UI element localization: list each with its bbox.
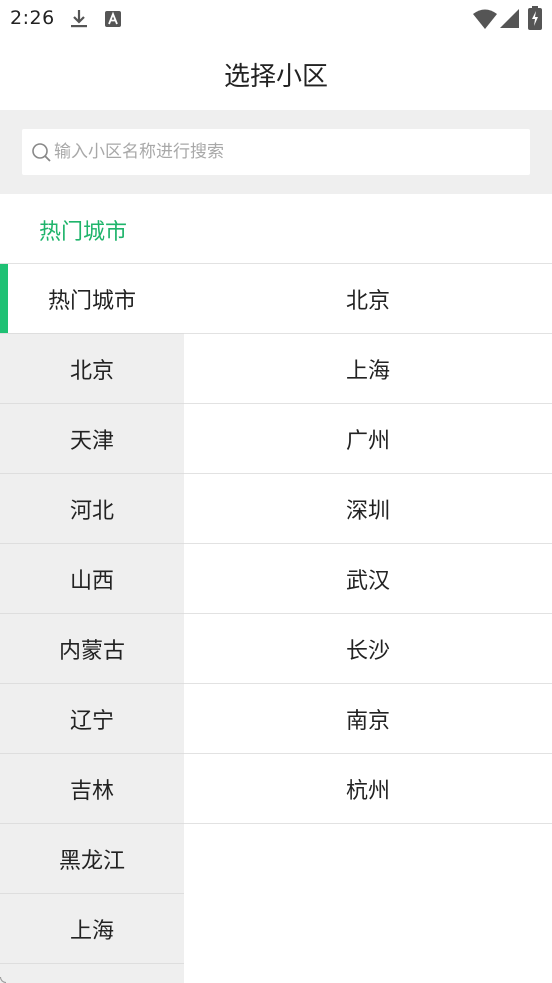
province-item-heilongjiang[interactable]: 黑龙江 [0,824,184,894]
province-item-jilin[interactable]: 吉林 [0,754,184,824]
province-item-label: 吉林 [69,778,114,804]
city-item-beijing[interactable]: 北京 [184,264,552,334]
province-item-label: 北京 [69,358,114,384]
signal-icon [499,8,521,34]
city-item-label: 武汉 [345,568,390,594]
city-item-changsha[interactable]: 长沙 [184,614,552,684]
province-item-label: 天津 [69,428,114,454]
section-header: 热门城市 [0,194,552,264]
province-item-label: 上海 [69,918,114,944]
province-item-inner-mongolia[interactable]: 内蒙古 [0,614,184,684]
city-list: 北京 上海 广州 深圳 武汉 长沙 南京 杭州 [184,264,552,983]
a-icon [104,10,122,32]
status-time: 2:26 [10,7,55,29]
province-list: 热门城市 北京 天津 河北 山西 内蒙古 辽宁 吉林 黑龙江 上海 [0,264,184,983]
search-icon [30,141,52,163]
title-bar: 选择小区 [0,38,552,110]
province-item-label: 黑龙江 [58,848,125,874]
city-item-wuhan[interactable]: 武汉 [184,544,552,614]
city-item-label: 广州 [345,428,390,454]
city-item-label: 深圳 [345,498,390,524]
city-item-label: 长沙 [345,638,390,664]
province-item-shanghai[interactable]: 上海 [0,894,184,964]
city-item-label: 杭州 [345,778,390,804]
status-bar: 2:26 [0,0,552,38]
city-item-shenzhen[interactable]: 深圳 [184,474,552,544]
province-item-liaoning[interactable]: 辽宁 [0,684,184,754]
city-item-label: 上海 [345,358,390,384]
province-item-label: 热门城市 [47,288,136,314]
city-item-label: 南京 [345,708,390,734]
section-title: 热门城市 [39,220,128,245]
city-item-shanghai[interactable]: 上海 [184,334,552,404]
province-item-beijing[interactable]: 北京 [0,334,184,404]
battery-icon [528,6,542,34]
province-item-label: 河北 [69,498,114,524]
province-item-shanxi[interactable]: 山西 [0,544,184,614]
province-item-label: 辽宁 [69,708,114,734]
search-input[interactable] [54,142,514,162]
province-item-hot-cities[interactable]: 热门城市 [0,264,184,334]
province-item-hebei[interactable]: 河北 [0,474,184,544]
city-item-guangzhou[interactable]: 广州 [184,404,552,474]
search-box[interactable] [22,129,530,175]
search-area [0,110,552,194]
city-item-nanjing[interactable]: 南京 [184,684,552,754]
province-item-tianjin[interactable]: 天津 [0,404,184,474]
province-item-label: 山西 [69,568,114,594]
page-title: 选择小区 [223,61,328,92]
city-item-label: 北京 [345,288,390,314]
city-item-hangzhou[interactable]: 杭州 [184,754,552,824]
download-icon [68,8,90,34]
province-item-label: 内蒙古 [58,638,125,664]
wifi-icon [472,8,498,34]
